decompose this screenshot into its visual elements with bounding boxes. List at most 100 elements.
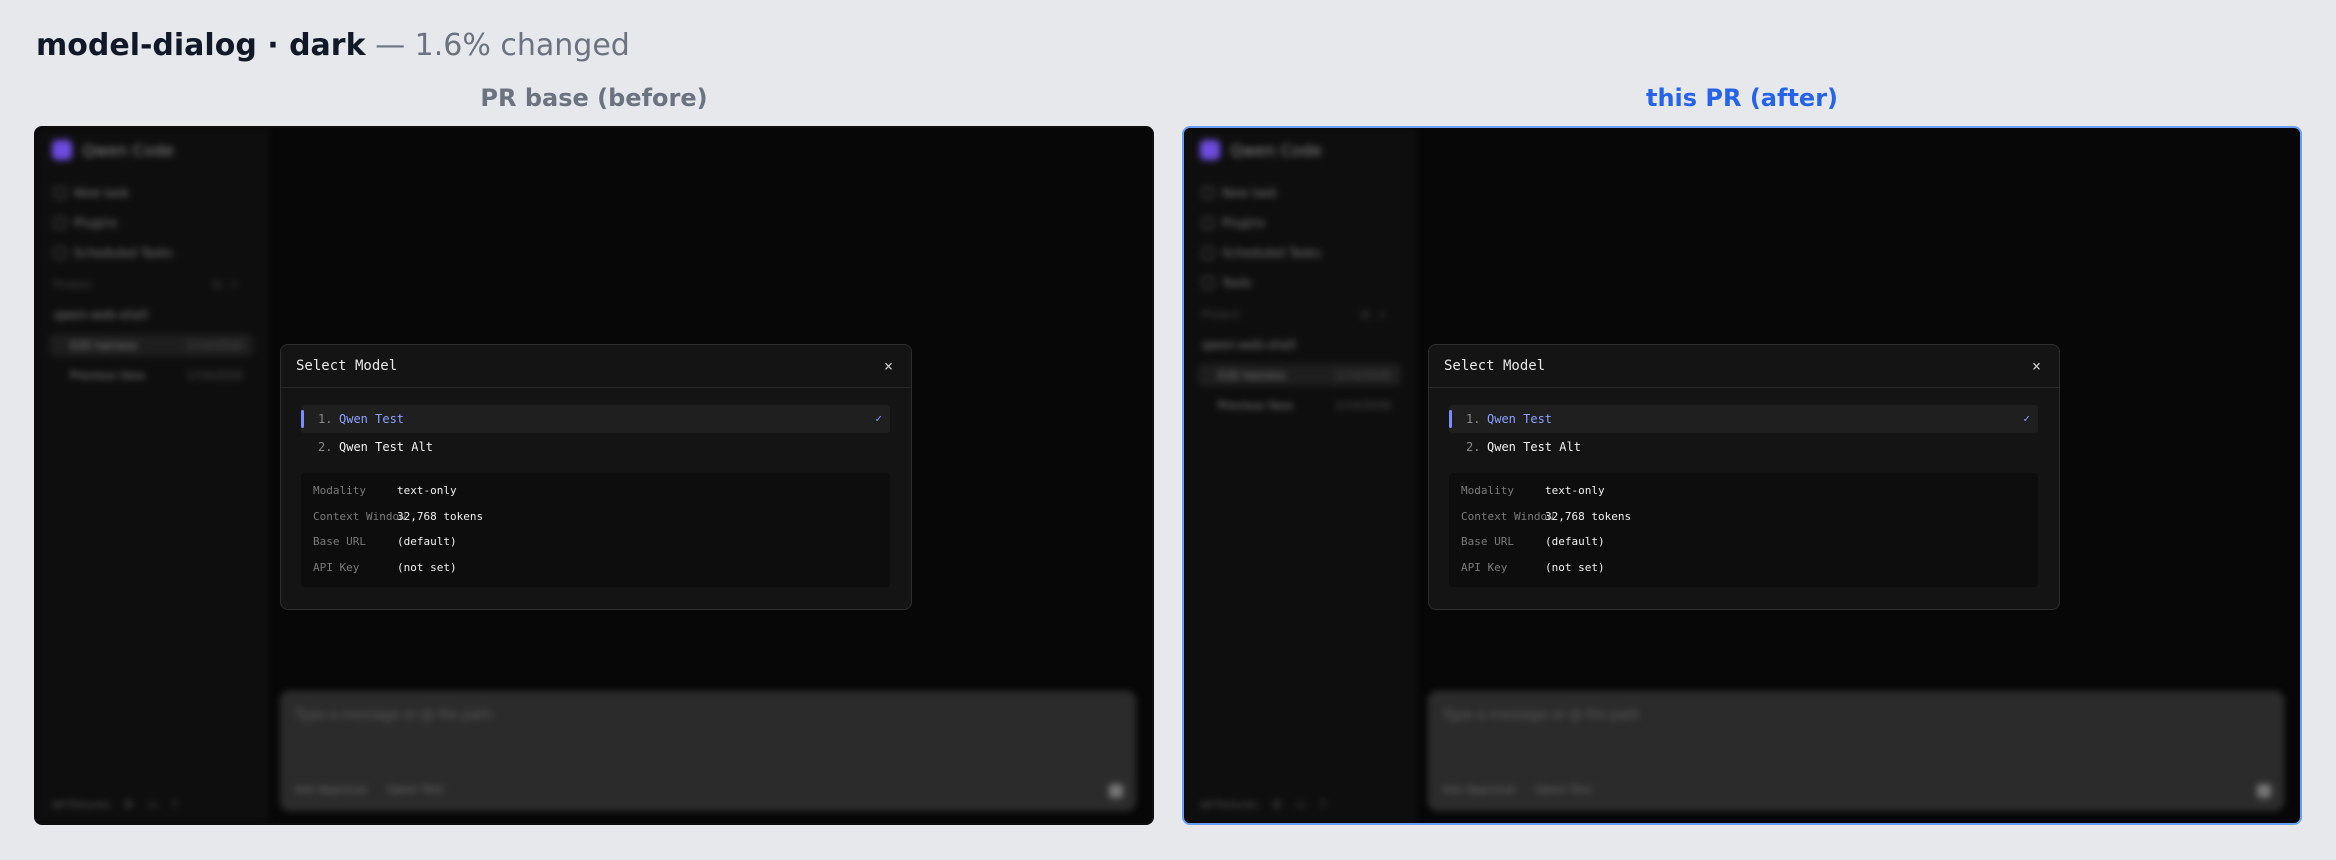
close-icon[interactable]: ×: [884, 357, 893, 375]
session-label: E2E harness: [1218, 368, 1286, 382]
project-header: Project: [54, 278, 92, 291]
approval-mode-chip[interactable]: Ask Approval: [1443, 783, 1515, 796]
session-item[interactable]: E2E harness 1/14/2026: [1198, 364, 1401, 386]
project-tools: ⊟+: [1361, 308, 1395, 321]
close-icon[interactable]: ×: [2032, 357, 2041, 375]
filter-icon[interactable]: ⊟: [1361, 308, 1378, 321]
sidebar: Qwen Code New task Plugins Scheduled Tasks…: [1184, 128, 1416, 823]
sidebar-item[interactable]: New task: [1202, 186, 1277, 200]
session-time: 1/14/2026: [186, 338, 243, 352]
option-name: Qwen Test Alt: [339, 440, 433, 454]
sidebar-item[interactable]: Tools: [1202, 276, 1252, 290]
sidebar-item[interactable]: New task: [54, 186, 129, 200]
detail-row: Base URL (default): [1461, 535, 1605, 548]
composer-chips: Ask Approval Qwen Test: [295, 783, 444, 796]
session-time: 1/14/2026: [1334, 398, 1391, 412]
footer-label: wf-fixtures: [1200, 798, 1258, 811]
detail-key: Context Window: [313, 509, 406, 523]
model-option[interactable]: 1. Qwen Test ✓: [1449, 405, 2038, 433]
detail-key: API Key: [313, 560, 360, 574]
model-option[interactable]: 1. Qwen Test ✓: [301, 405, 890, 433]
detail-value: (not set): [397, 560, 457, 574]
project-folder[interactable]: qwen-web-shell: [54, 308, 148, 322]
add-icon[interactable]: +: [230, 278, 247, 291]
new-task-icon: [54, 187, 66, 199]
selection-indicator: [301, 410, 304, 428]
detail-value: (not set): [1545, 560, 1605, 574]
option-number: 2.: [1466, 440, 1481, 454]
session-time: 1/14/2026: [186, 368, 243, 382]
composer-placeholder: Type a message or @ file path: [295, 708, 492, 723]
model-option[interactable]: 2. Qwen Test Alt: [1449, 433, 2038, 461]
clock-icon: [1202, 247, 1214, 259]
detail-key: Context Window: [1461, 509, 1554, 523]
brand: Qwen Code: [1200, 140, 1322, 160]
page-subtitle: — 1.6% changed: [365, 28, 630, 63]
settings-icon[interactable]: ⚙: [1272, 798, 1282, 811]
terminal-icon[interactable]: ▭: [148, 798, 158, 811]
composer-placeholder: Type a message or @ file path: [1443, 708, 1640, 723]
session-item[interactable]: Previous Sess 1/14/2026: [1198, 394, 1401, 416]
detail-row: API Key (not set): [313, 561, 457, 574]
approval-mode-chip[interactable]: Ask Approval: [295, 783, 367, 796]
session-time: 1/14/2026: [1334, 368, 1391, 382]
session-item[interactable]: Previous Sess 1/14/2026: [50, 364, 253, 386]
option-number: 1.: [318, 412, 333, 426]
sidebar-item-label: Plugins: [74, 216, 117, 230]
sidebar: Qwen Code New task Plugins Scheduled Tasks…: [36, 128, 268, 823]
send-button[interactable]: [1109, 784, 1123, 798]
page-heading: model-dialog · dark — 1.6% changed: [36, 26, 630, 66]
add-icon[interactable]: +: [1378, 308, 1395, 321]
sidebar-item-label: New task: [74, 186, 130, 200]
detail-row: Base URL (default): [313, 535, 457, 548]
model-chip[interactable]: Qwen Test: [387, 783, 444, 796]
project-folder[interactable]: qwen-web-shell: [1202, 338, 1296, 352]
project-header: Project: [1202, 308, 1240, 321]
session-item[interactable]: E2E harness 1/14/2026: [50, 334, 253, 356]
detail-row: Modality text-only: [1461, 484, 1605, 497]
sidebar-item[interactable]: Scheduled Tasks: [1202, 246, 1321, 260]
brand-name: Qwen Code: [82, 140, 174, 160]
new-task-icon: [1202, 187, 1214, 199]
tools-icon: [1202, 277, 1214, 289]
brand: Qwen Code: [52, 140, 174, 160]
dialog-title: Select Model: [1444, 358, 1546, 374]
sidebar-item[interactable]: Plugins: [54, 216, 117, 230]
sidebar-item-label: Scheduled Tasks: [1222, 246, 1321, 260]
qwen-logo-icon: [52, 140, 72, 160]
dialog-header: Select Model ×: [1429, 345, 2059, 388]
plugins-icon: [1202, 217, 1214, 229]
sidebar-item[interactable]: Scheduled Tasks: [54, 246, 173, 260]
sidebar-item-label: Tools: [1222, 276, 1252, 290]
qwen-logo-icon: [1200, 140, 1220, 160]
detail-row: Modality text-only: [313, 484, 457, 497]
clock-icon: [54, 247, 66, 259]
option-name: Qwen Test: [1487, 412, 1553, 426]
model-option[interactable]: 2. Qwen Test Alt: [301, 433, 890, 461]
sidebar-item[interactable]: Plugins: [1202, 216, 1265, 230]
option-number: 1.: [1466, 412, 1481, 426]
settings-icon[interactable]: ⚙: [124, 798, 134, 811]
option-name: Qwen Test: [339, 412, 405, 426]
send-button[interactable]: [2257, 784, 2271, 798]
message-composer[interactable]: Type a message or @ file path Ask Approv…: [280, 691, 1136, 811]
model-details: Modality text-only Context Window32,768 to…: [1449, 473, 2038, 587]
select-model-dialog: Select Model × 1. Qwen Test ✓ 2. Qwen Test A…: [1428, 344, 2060, 610]
detail-key: Base URL: [1461, 535, 1514, 548]
detail-key: API Key: [1461, 560, 1508, 574]
detail-row: Context Window32,768 tokens: [313, 510, 483, 523]
selection-indicator: [1449, 410, 1452, 428]
filter-icon[interactable]: ⊟: [213, 278, 230, 291]
model-chip[interactable]: Qwen Test: [1535, 783, 1592, 796]
sidebar-item-label: Scheduled Tasks: [74, 246, 173, 260]
message-composer[interactable]: Type a message or @ file path Ask Approv…: [1428, 691, 2284, 811]
help-icon[interactable]: ?: [172, 798, 178, 811]
before-screenshot-frame: Qwen Code New task Plugins Scheduled Tasks…: [34, 126, 1154, 825]
terminal-icon[interactable]: ▭: [1296, 798, 1306, 811]
after-panel-label: this PR (after): [1645, 84, 1838, 112]
detail-value: 32,768 tokens: [397, 509, 484, 523]
footer-label: wf-fixtures: [52, 798, 110, 811]
help-icon[interactable]: ?: [1320, 798, 1326, 811]
sidebar-item-label: Plugins: [1222, 216, 1265, 230]
option-name: Qwen Test Alt: [1487, 440, 1581, 454]
